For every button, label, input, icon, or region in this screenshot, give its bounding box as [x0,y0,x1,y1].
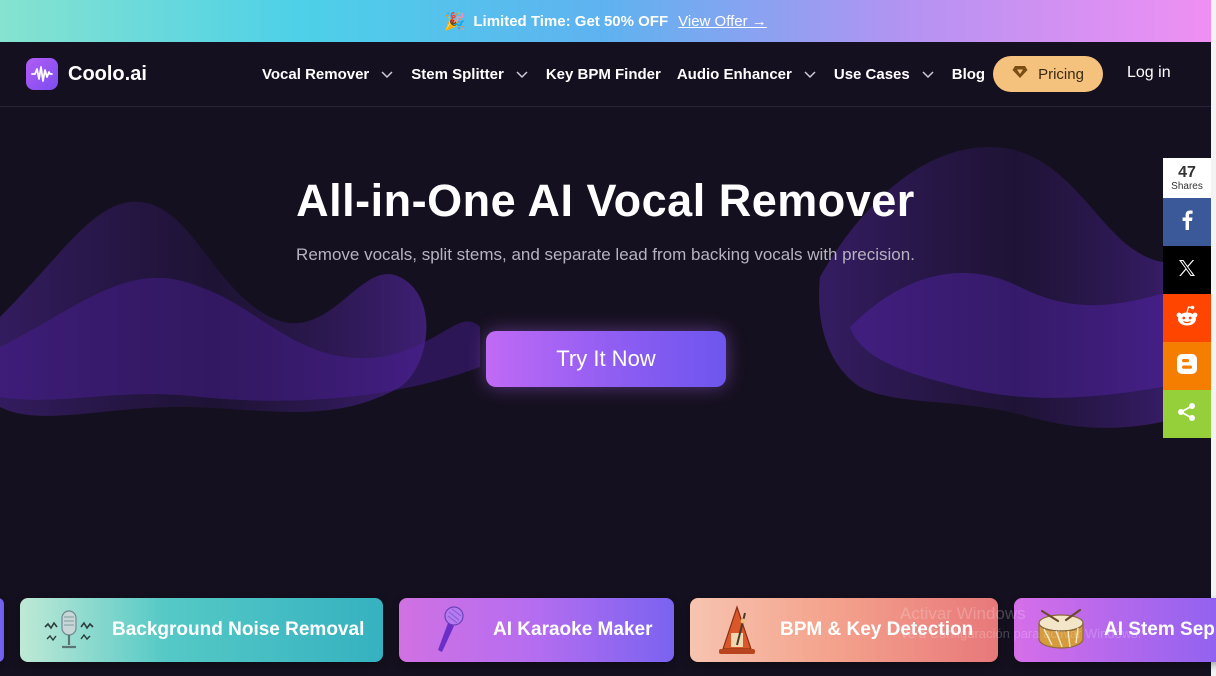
nav-item-label: Vocal Remover [262,66,370,83]
try-it-now-button[interactable]: Try It Now [486,331,726,387]
blogger-share-button[interactable] [1163,342,1211,390]
reddit-icon [1174,305,1200,332]
facebook-icon [1181,210,1193,235]
waveform-icon [26,58,58,90]
share-count: 47 Shares [1163,158,1211,198]
nav-item-blog[interactable]: Blog [952,66,985,83]
diamond-icon [1012,65,1028,83]
hero-title: All-in-One AI Vocal Remover [296,175,915,226]
microphone-noise-icon [40,601,98,659]
hero-subtitle: Remove vocals, split stems, and separate… [296,245,915,264]
sound-wave-background [0,147,1211,428]
nav-item-stem-splitter[interactable]: Stem Splitter [411,66,546,83]
promo-banner: 🎉 Limited Time: Get 50% OFF View Offer → [0,0,1211,42]
navbar: Coolo.ai Vocal Remover Stem Splitter Key… [0,42,1211,107]
share-count-number: 47 [1178,163,1196,181]
view-offer-link[interactable]: View Offer → [678,13,767,30]
chevron-down-icon [922,70,934,79]
nav-item-label: Audio Enhancer [676,66,792,83]
feature-card-ai-karaoke-maker[interactable]: AI Karaoke Maker [399,598,674,662]
pricing-label: Pricing [1038,65,1084,83]
page: 🎉 Limited Time: Get 50% OFF View Offer →… [0,0,1216,676]
feature-card-previous[interactable] [0,598,4,662]
reddit-share-button[interactable] [1163,294,1211,342]
blogger-icon [1176,353,1198,380]
share-icon [1177,402,1197,427]
nav-item-label: Use Cases [833,66,910,83]
sharethis-share-button[interactable] [1163,390,1211,438]
nav-item-audio-enhancer[interactable]: Audio Enhancer [677,66,834,83]
facebook-share-button[interactable] [1163,198,1211,246]
nav-item-vocal-remover[interactable]: Vocal Remover [262,66,411,83]
chevron-down-icon [381,70,393,79]
nav-item-label: Blog [951,66,986,83]
party-popper-icon: 🎉 [444,11,466,31]
pricing-button[interactable]: Pricing [993,56,1103,92]
windows-activation-watermark: Activar Windows Ve a Configuración para … [900,604,1141,644]
chevron-down-icon [804,70,816,79]
watermark-line-1: Activar Windows [900,604,1026,623]
karaoke-microphone-icon [421,601,479,659]
promo-text: Limited Time: Get 50% OFF [473,12,669,30]
nav-item-use-cases[interactable]: Use Cases [834,66,952,83]
nav-item-label: Key BPM Finder [545,66,661,83]
share-bar: 47 Shares [1163,158,1211,438]
brand-name: Coolo.ai [68,62,147,85]
metronome-icon [708,601,766,659]
scrollbar[interactable] [1211,0,1216,676]
x-share-button[interactable] [1163,246,1211,294]
login-link[interactable]: Log in [1127,64,1171,82]
logo[interactable]: Coolo.ai [26,58,147,90]
chevron-down-icon [516,70,528,79]
feature-card-label: AI Karaoke Maker [493,619,653,640]
nav-item-key-bpm-finder[interactable]: Key BPM Finder [546,66,661,83]
feature-card-background-noise-removal[interactable]: Background Noise Removal [20,598,383,662]
nav-item-label: Stem Splitter [411,66,504,83]
x-icon [1178,259,1196,282]
feature-card-label: Background Noise Removal [112,619,365,640]
watermark-line-2: Ve a Configuración para activar Windows. [900,626,1142,641]
share-count-label: Shares [1171,180,1203,192]
nav-menu: Vocal Remover Stem Splitter Key BPM Find… [262,42,1001,107]
